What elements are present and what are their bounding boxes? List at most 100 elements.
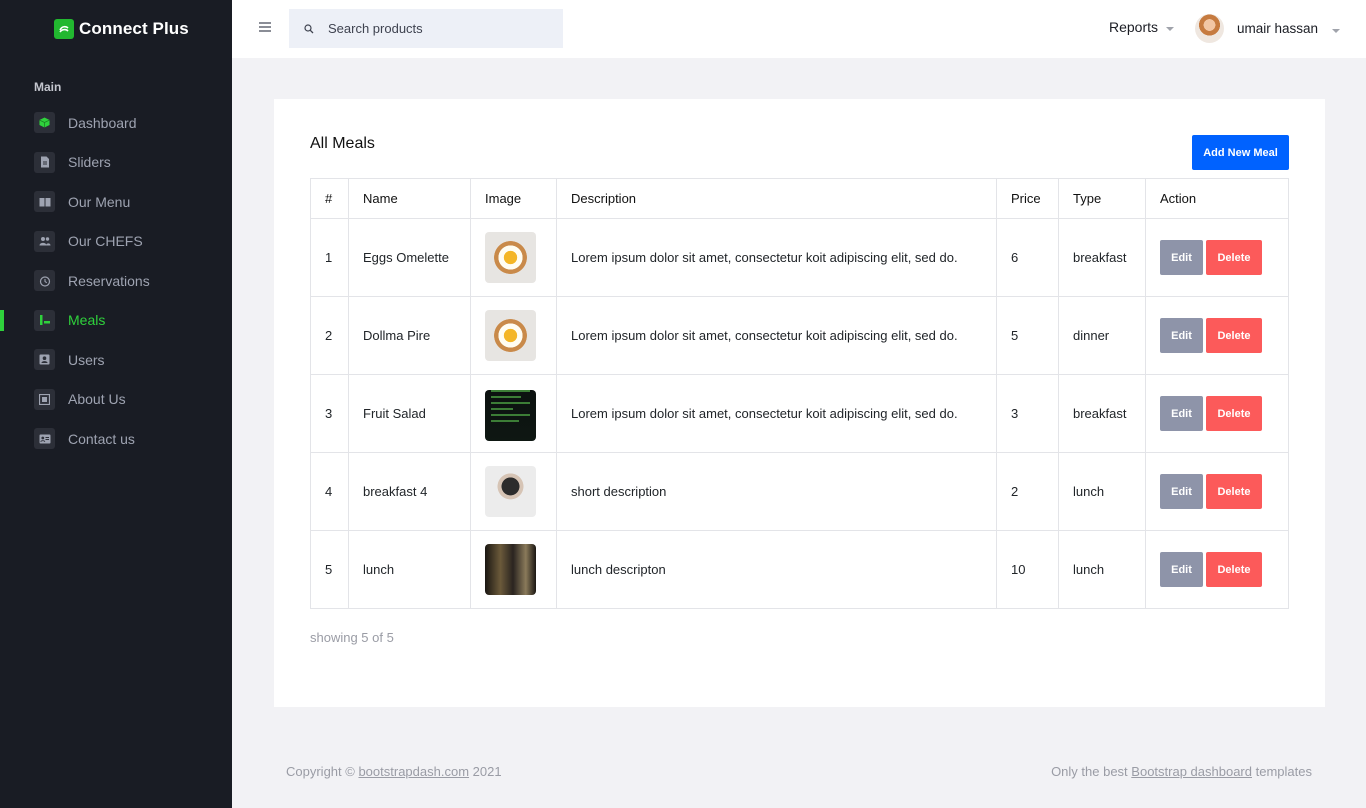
profile-dropdown[interactable]: umair hassan: [1195, 14, 1341, 43]
sidebar-item-label: Dashboard: [68, 114, 137, 131]
sidebar-item-about-us[interactable]: About Us: [0, 380, 232, 420]
meal-description: short description: [556, 452, 997, 531]
sidebar-item-our-chefs[interactable]: Our CHEFS: [0, 222, 232, 262]
brand-logo-icon: [54, 19, 74, 39]
column-header: Image: [470, 178, 557, 219]
meal-image: [485, 232, 536, 283]
edit-button[interactable]: Edit: [1160, 240, 1203, 275]
sidebar-item-sliders[interactable]: Sliders: [0, 143, 232, 183]
users-icon: [34, 230, 55, 252]
sidebar-item-label: Our CHEFS: [68, 233, 143, 250]
sidebar-item-dashboard[interactable]: Dashboard: [0, 103, 232, 143]
meal-description: lunch descripton: [556, 530, 997, 609]
column-header: #: [310, 178, 349, 219]
copyright-year: 2021: [472, 764, 502, 779]
tagline-suffix: templates: [1255, 764, 1312, 779]
brand-name: Connect Plus: [79, 19, 189, 38]
meal-description: Lorem ipsum dolor sit amet, consectetur …: [556, 296, 997, 375]
delete-button[interactable]: Delete: [1206, 552, 1262, 587]
brand-link[interactable]: Connect Plus: [54, 19, 189, 39]
delete-button[interactable]: Delete: [1206, 318, 1262, 353]
sidebar-item-label: Users: [68, 351, 105, 368]
meal-price: 2: [996, 452, 1059, 531]
menu-toggle-icon[interactable]: [259, 22, 271, 34]
chart-icon: [34, 309, 55, 331]
sidebar-item-label: Meals: [68, 312, 106, 329]
search-input[interactable]: [328, 21, 548, 36]
meal-type: dinner: [1058, 296, 1146, 375]
contact-card-icon: [34, 428, 55, 450]
meal-name: Fruit Salad: [348, 374, 471, 453]
row-number: 2: [310, 296, 349, 375]
bootstrapdash-link[interactable]: bootstrapdash.com: [358, 764, 469, 779]
meals-card: All Meals Add New Meal # Name Image Desc…: [274, 99, 1325, 707]
footer-copyright: Copyright © bootstrapdash.com 2021: [286, 764, 502, 779]
edit-button[interactable]: Edit: [1160, 396, 1203, 431]
delete-button[interactable]: Delete: [1206, 240, 1262, 275]
row-number: 3: [310, 374, 349, 453]
chevron-down-icon: [1166, 26, 1175, 31]
page-title: All Meals: [310, 135, 375, 152]
table-row: 3 Fruit Salad Lorem ipsum dolor sit amet…: [310, 374, 1289, 453]
meal-image: [485, 544, 536, 595]
sidebar-item-label: Sliders: [68, 154, 111, 171]
table-row: 1 Eggs Omelette Lorem ipsum dolor sit am…: [310, 218, 1289, 297]
row-number: 5: [310, 530, 349, 609]
book-open-icon: [34, 191, 55, 213]
meal-name: lunch: [348, 530, 471, 609]
sidebar-item-label: Our Menu: [68, 193, 131, 210]
tagline-prefix: Only the best: [1051, 764, 1128, 779]
table-row: 5 lunch lunch descripton 10 lunch Edit De…: [310, 530, 1289, 609]
meal-price: 10: [996, 530, 1059, 609]
meals-table: # Name Image Description Price Type Acti…: [310, 178, 1289, 609]
sidebar: Connect Plus Main Dashboard Sliders Our …: [0, 0, 232, 808]
alarm-clock-icon: [34, 270, 55, 292]
footer-tagline: Only the best Bootstrap dashboard templa…: [1051, 764, 1312, 779]
search-box: [289, 9, 563, 48]
search-icon: [304, 23, 314, 33]
bootstrap-dashboard-link[interactable]: Bootstrap dashboard: [1131, 764, 1252, 779]
sidebar-item-meals[interactable]: Meals: [0, 301, 232, 341]
meal-description: Lorem ipsum dolor sit amet, consectetur …: [556, 374, 997, 453]
table-header-row: # Name Image Description Price Type Acti…: [310, 178, 1289, 219]
file-icon: [34, 151, 55, 173]
profile-name: umair hassan: [1237, 21, 1319, 36]
reports-dropdown[interactable]: Reports: [1109, 19, 1175, 35]
cube-icon: [34, 112, 55, 134]
delete-button[interactable]: Delete: [1206, 474, 1262, 509]
meal-image: [485, 466, 536, 517]
sidebar-nav: Dashboard Sliders Our Menu Our CHEFS Res…: [0, 103, 232, 459]
sidebar-item-our-menu[interactable]: Our Menu: [0, 182, 232, 222]
meal-image: [485, 390, 536, 441]
meal-image: [485, 310, 536, 361]
sidebar-item-users[interactable]: Users: [0, 340, 232, 380]
sidebar-item-label: About Us: [68, 391, 126, 408]
sidebar-item-label: Reservations: [68, 272, 150, 289]
chevron-down-icon: [1332, 29, 1341, 33]
meal-price: 3: [996, 374, 1059, 453]
edit-button[interactable]: Edit: [1160, 474, 1203, 509]
add-new-meal-button[interactable]: Add New Meal: [1192, 135, 1289, 170]
column-header: Description: [556, 178, 997, 219]
sidebar-item-contact-us[interactable]: Contact us: [0, 419, 232, 459]
top-navbar: Reports umair hassan: [232, 0, 1366, 58]
column-header: Price: [996, 178, 1059, 219]
meal-price: 5: [996, 296, 1059, 375]
meal-description: Lorem ipsum dolor sit amet, consectetur …: [556, 218, 997, 297]
edit-button[interactable]: Edit: [1160, 552, 1203, 587]
sidebar-item-label: Contact us: [68, 430, 135, 447]
meal-type: breakfast: [1058, 374, 1146, 453]
account-box-icon: [34, 349, 55, 371]
row-number: 1: [310, 218, 349, 297]
delete-button[interactable]: Delete: [1206, 396, 1262, 431]
edit-button[interactable]: Edit: [1160, 318, 1203, 353]
column-header: Name: [348, 178, 471, 219]
sidebar-item-reservations[interactable]: Reservations: [0, 261, 232, 301]
reports-label: Reports: [1109, 19, 1159, 35]
meal-name: Eggs Omelette: [348, 218, 471, 297]
table-row: 4 breakfast 4 short description 2 lunch …: [310, 452, 1289, 531]
meal-type: lunch: [1058, 530, 1146, 609]
meal-price: 6: [996, 218, 1059, 297]
avatar: [1195, 14, 1224, 43]
row-number: 4: [310, 452, 349, 531]
